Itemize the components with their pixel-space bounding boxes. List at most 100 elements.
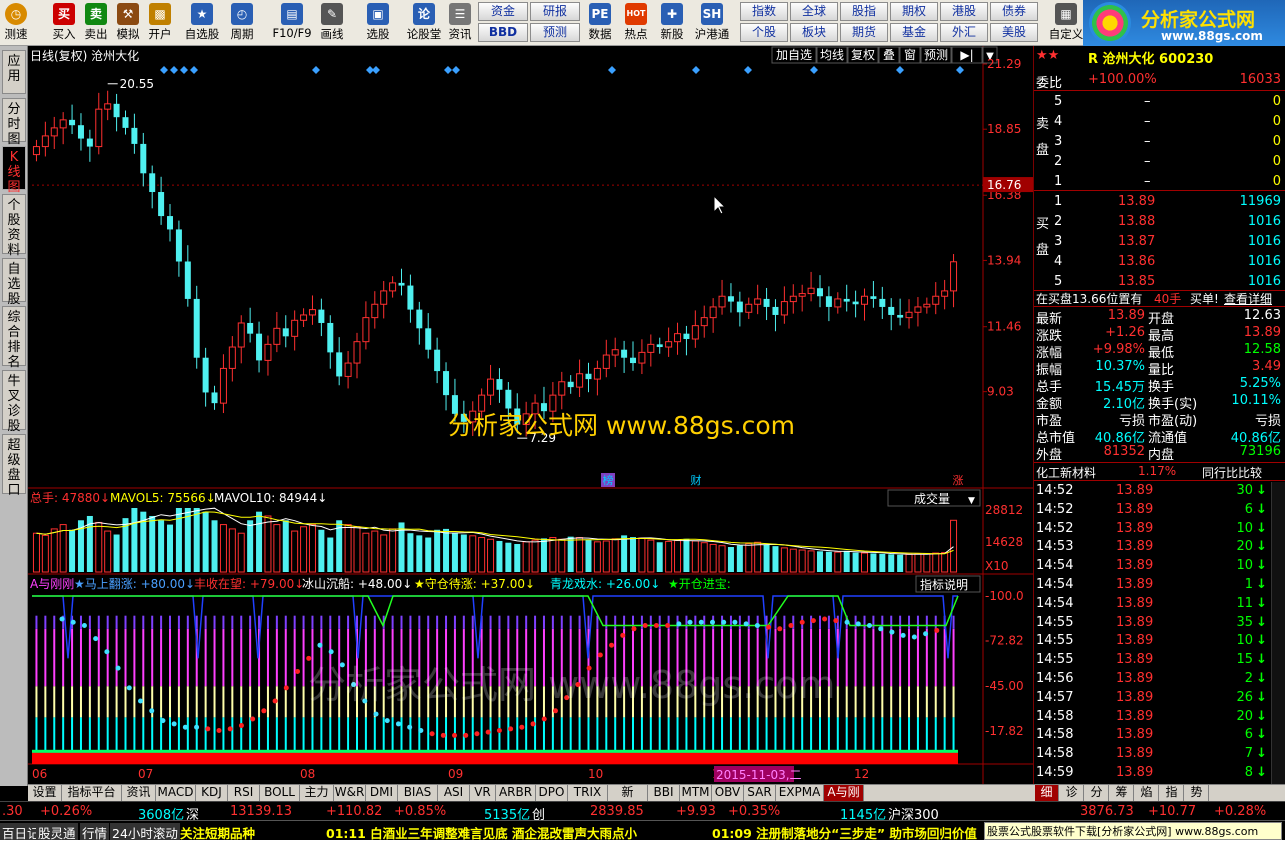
toolbar-button-16[interactable]: ▦ 自定义 — [1044, 2, 1088, 44]
indicator-tab-11[interactable]: ASI — [438, 785, 470, 801]
indicator-tab-4[interactable]: KDJ — [196, 785, 228, 801]
volume-bar — [816, 551, 823, 572]
indicator-dot — [407, 724, 413, 730]
left-tab-1[interactable]: 分时图 — [2, 98, 26, 147]
toolbar-button-9[interactable]: ▣ 选股 — [362, 2, 394, 44]
left-tab-3[interactable]: 个股资料 — [2, 194, 26, 258]
indicator-tab-7[interactable]: 主力 — [300, 785, 334, 801]
right-panel-tab-6[interactable]: 势 — [1185, 785, 1209, 801]
volume-bar — [870, 553, 877, 572]
chart-header-button-label: ▶| — [960, 48, 973, 62]
chart-header-button-3[interactable]: 叠 — [878, 46, 900, 64]
grid-button-5[interactable]: 全球 — [790, 2, 838, 21]
favorite-stars-icon[interactable]: ★★ — [1036, 48, 1059, 63]
grid-button-12[interactable]: 期货 — [840, 23, 888, 42]
toolbar-button-8[interactable]: ✎ 画线 — [316, 2, 348, 44]
indicator-tab-10[interactable]: BIAS — [398, 785, 438, 801]
indicator-tab-21[interactable]: EXPMA — [776, 785, 824, 801]
position-text: 在买盘13.66位置有 — [1036, 292, 1143, 306]
left-tab-2[interactable]: K线图 — [2, 146, 26, 195]
grid-button-1[interactable]: 研报 — [530, 2, 580, 21]
chart-header-button-1[interactable]: 均线 — [816, 46, 848, 64]
indicator-dot — [384, 718, 390, 724]
indicator-tab-0[interactable]: 设置 — [28, 785, 62, 801]
toolbar-button-13[interactable]: HOT 热点 — [620, 2, 652, 44]
volume-bar — [300, 526, 308, 573]
sector-compare-button[interactable]: 同行比比较 — [1202, 464, 1262, 481]
indicator-tab-3[interactable]: MACD — [156, 785, 196, 801]
kline-chart-area[interactable]: 日线(复权) 沧州大化 加自选 均线 复权叠窗预测 ▶| ▼ 21.29 18.85 16.38… — [28, 46, 1033, 786]
grid-button-6[interactable]: 股指 — [840, 2, 888, 21]
toolbar-button-6[interactable]: ◴ 周期 — [226, 2, 258, 44]
right-panel-tab-0[interactable]: 细 — [1035, 785, 1059, 801]
toolbar-button-14[interactable]: ✚ 新股 — [656, 2, 688, 44]
left-tab-7[interactable]: 超级盘口 — [2, 434, 26, 498]
grid-button-14[interactable]: 外汇 — [940, 23, 988, 42]
indicator-tab-6[interactable]: BOLL — [260, 785, 300, 801]
grid-button-9[interactable]: 债券 — [990, 2, 1038, 21]
toolbar-button-2[interactable]: 卖卖出 — [80, 2, 112, 44]
right-panel-tab-3[interactable]: 筹 — [1110, 785, 1134, 801]
chart-header-button-2[interactable]: 复权 — [847, 46, 879, 64]
right-panel-tab-4[interactable]: 焰 — [1135, 785, 1159, 801]
indicator-tab-20[interactable]: SAR — [744, 785, 776, 801]
indicator-tab-2[interactable]: 资讯 — [122, 785, 156, 801]
left-tab-6[interactable]: 牛叉诊股 — [2, 370, 26, 434]
grid-button-3[interactable]: 预测 — [530, 23, 580, 42]
toolbar-button-15[interactable]: SH 沪港通 — [690, 2, 734, 44]
event-tag-2[interactable]: 涨 — [951, 473, 965, 487]
indicator-tab-16[interactable]: 新DMA — [608, 785, 648, 814]
toolbar-button-4[interactable]: ▩ 开户 — [144, 2, 176, 44]
grid-button-15[interactable]: 美股 — [990, 23, 1038, 42]
tick-scrollbar[interactable] — [1271, 482, 1285, 784]
indicator-tab-8[interactable]: W&R — [334, 785, 366, 801]
indicator-tab-22[interactable]: A与刚刚 — [824, 785, 864, 814]
indicator-tab-9[interactable]: DMI — [366, 785, 398, 801]
sector-name[interactable]: 化工新材料 — [1036, 464, 1096, 481]
indicator-help-button[interactable]: 指标说明 — [915, 575, 981, 593]
toolbar-button-3[interactable]: ⚒ 模拟 — [112, 2, 144, 44]
chart-canvas[interactable]: 日线(复权) 沧州大化 加自选 均线 复权叠窗预测 ▶| ▼21.2918.8516.38… — [28, 46, 1033, 786]
toolbar-button-10[interactable]: 论论股堂 — [402, 2, 446, 44]
grid-button-13[interactable]: 基金 — [890, 23, 938, 42]
volume-selector-dropdown[interactable]: 成交量 ▼ — [887, 489, 981, 507]
grid-button-10[interactable]: 个股 — [740, 23, 788, 42]
grid-button-11[interactable]: 板块 — [790, 23, 838, 42]
ticker-ad-link[interactable]: 股票公式股票软件下载[分析家公式网] www.88gs.com — [984, 822, 1282, 840]
left-tab-5[interactable]: 综合排名 — [2, 306, 26, 370]
grid-button-4[interactable]: 指数 — [740, 2, 788, 21]
indicator-base-band — [32, 751, 958, 764]
event-tag-0[interactable]: 榜 — [601, 473, 615, 487]
indicator-tab-13[interactable]: ARBR — [496, 785, 536, 801]
indicator-tab-14[interactable]: DPO — [536, 785, 568, 801]
grid-button-7[interactable]: 期权 — [890, 2, 938, 21]
right-panel-tab-5[interactable]: 指 — [1160, 785, 1184, 801]
event-tag-1[interactable]: 财 — [689, 473, 703, 487]
left-tab-0[interactable]: 应用 — [2, 50, 26, 94]
chart-header-button-4[interactable]: 窗 — [899, 46, 921, 64]
chart-header-button-6[interactable]: ▶| — [951, 46, 983, 64]
left-tab-4[interactable]: 自选股 — [2, 258, 26, 307]
grid-button-0[interactable]: 资金 — [478, 2, 528, 21]
right-panel-tab-1[interactable]: 诊 — [1060, 785, 1084, 801]
toolbar-button-11[interactable]: ☰ 资讯 — [444, 2, 476, 44]
indicator-tab-5[interactable]: RSI — [228, 785, 260, 801]
indicator-tab-18[interactable]: MTM — [680, 785, 712, 801]
grid-button-8[interactable]: 港股 — [940, 2, 988, 21]
toolbar-button-0[interactable]: ◷ 测速 — [0, 2, 32, 44]
view-detail-link[interactable]: 查看详细 — [1224, 290, 1272, 307]
toolbar-button-12[interactable]: PE 数据 — [584, 2, 616, 44]
chart-header-button-0[interactable]: 加自选 — [771, 46, 817, 64]
toolbar-button-7[interactable]: ▤ F10/F9 — [270, 2, 314, 44]
indicator-tab-19[interactable]: OBV — [712, 785, 744, 801]
indicator-tab-17[interactable]: BBI — [648, 785, 680, 801]
toolbar-button-5[interactable]: ★ 自选股 — [180, 2, 224, 44]
grid-button-2[interactable]: BBD — [478, 23, 528, 42]
indicator-tab-12[interactable]: VR — [470, 785, 496, 801]
indicator-tab-15[interactable]: TRIX — [568, 785, 608, 801]
indicator-dot — [81, 623, 87, 629]
indicator-tab-1[interactable]: 指标平台 — [62, 785, 122, 801]
right-panel-tab-2[interactable]: 分 — [1085, 785, 1109, 801]
chart-header-button-5[interactable]: 预测 — [920, 46, 952, 64]
toolbar-button-1[interactable]: 买买入 — [48, 2, 80, 44]
